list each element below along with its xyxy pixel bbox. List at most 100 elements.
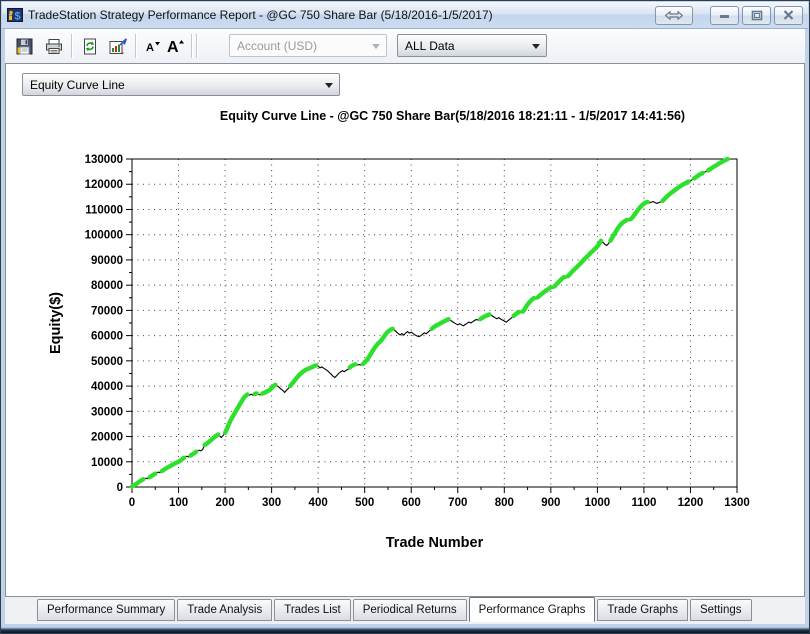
x-tick-label: 0 (129, 497, 135, 509)
x-tick-label: 1200 (678, 497, 704, 509)
equity-new-high (288, 363, 319, 389)
equity-new-high (429, 316, 451, 332)
equity-new-high (520, 295, 537, 314)
x-axis-label: Trade Number (386, 535, 484, 551)
refresh-report-icon (84, 38, 96, 54)
increase-font-button[interactable]: A (165, 35, 187, 57)
equity-new-high (628, 199, 650, 222)
equity-new-high (360, 326, 395, 367)
equity-new-high (477, 312, 492, 322)
equity-new-high (159, 455, 187, 474)
equity-new-high (188, 449, 199, 458)
window-title: TradeStation Strategy Performance Report… (28, 8, 493, 22)
chevron-down-icon (325, 83, 333, 88)
y-tick-label: 20000 (91, 432, 123, 444)
toolbar-separator (135, 34, 136, 58)
decrease-font-button[interactable]: A (142, 35, 164, 57)
y-tick-label: 30000 (91, 406, 123, 418)
app-icon: $ (7, 8, 23, 23)
print-icon (46, 38, 62, 54)
equity-new-high (147, 471, 158, 480)
report-settings-icon (109, 37, 127, 54)
tab-bar: Performance Summary Trade Analysis Trades … (5, 597, 805, 624)
data-range-combo[interactable]: ALL Data (397, 34, 547, 57)
x-tick-label: 1100 (631, 497, 656, 509)
report-content: Equity Curve Line 0 10000 20000 30000 40000 5… (5, 63, 805, 597)
equity-new-high (347, 362, 358, 370)
equity-new-high (535, 284, 553, 300)
x-tick-label: 300 (262, 497, 281, 509)
toolbar: A A Account (USD) ALL Data (5, 29, 805, 64)
x-tick-label: 600 (402, 497, 421, 509)
y-axis-label: Equity($) (48, 292, 64, 354)
restore-button[interactable] (742, 5, 771, 25)
graph-type-combo-value: Equity Curve Line (30, 77, 125, 92)
y-tick-label: 70000 (91, 305, 123, 317)
x-tick-label: 400 (309, 497, 328, 509)
window-frame-bottom (1, 624, 809, 633)
refresh-report-button[interactable] (79, 35, 101, 57)
y-tick-label: 60000 (91, 331, 123, 343)
graph-type-combo[interactable]: Equity Curve Line (22, 73, 340, 96)
equity-curve-plot: 0100002000030000400005000060000700008000… (48, 109, 750, 551)
decrease-font-icon: A (146, 41, 160, 54)
chart-title: Equity Curve Line - @GC 750 Share Bar(5/… (220, 109, 685, 123)
titlebar[interactable]: $ TradeStation Strategy Performance Repo… (2, 2, 808, 29)
minimize-button[interactable] (710, 5, 739, 25)
tab-settings[interactable]: Settings (689, 599, 752, 621)
equity-curve-chart: 0 10000 20000 30000 40000 50000 60000 70000 8000… (12, 96, 792, 576)
tab-performance-graphs[interactable]: Performance Graphs (468, 597, 596, 622)
tab-trade-analysis[interactable]: Trade Analysis (177, 599, 273, 621)
svg-text:A: A (167, 39, 179, 55)
equity-new-high (511, 309, 522, 319)
y-tick-label: 110000 (85, 204, 123, 216)
x-tick-label: 900 (541, 497, 560, 509)
tab-periodical-returns[interactable]: Periodical Returns (352, 599, 467, 621)
x-tick-label: 1000 (585, 497, 611, 509)
toolbar-separator (71, 34, 72, 58)
equity-new-high (552, 274, 567, 289)
tab-performance-summary[interactable]: Performance Summary (37, 599, 176, 621)
tradestation-report-window: $ TradeStation Strategy Performance Repo… (0, 0, 810, 634)
equity-new-high (565, 238, 604, 279)
save-button[interactable] (13, 35, 35, 57)
equity-new-high (202, 432, 221, 448)
close-button[interactable] (774, 5, 803, 25)
y-tick-label: 90000 (91, 255, 123, 267)
y-tick-label: 120000 (85, 179, 123, 191)
toolbar-separator (196, 34, 197, 58)
minimize-icon (720, 14, 729, 18)
tab-trades-list[interactable]: Trades List (274, 599, 351, 621)
x-tick-label: 800 (495, 497, 514, 509)
print-button[interactable] (43, 35, 65, 57)
x-tick-label: 200 (215, 497, 234, 509)
y-tick-label: 130000 (85, 154, 123, 166)
equity-new-high (252, 391, 259, 397)
account-combo[interactable]: Account (USD) (229, 34, 387, 57)
y-tick-label: 10000 (91, 457, 123, 469)
account-combo-value: Account (USD) (237, 38, 318, 53)
resize-horizontal-button[interactable] (655, 5, 693, 25)
y-tick-label: 50000 (91, 356, 123, 368)
chevron-down-icon (372, 44, 380, 49)
x-tick-label: 1300 (724, 497, 750, 509)
y-tick-label: 0 (117, 482, 123, 494)
x-tick-label: 500 (355, 497, 374, 509)
equity-new-high (222, 392, 250, 435)
equity-new-high (692, 170, 705, 181)
svg-text:$: $ (15, 11, 21, 23)
save-icon (16, 38, 32, 54)
close-icon (783, 10, 794, 20)
plot-border (131, 158, 738, 488)
tab-trade-graphs[interactable]: Trade Graphs (597, 599, 688, 621)
equity-new-high (608, 217, 630, 243)
data-range-combo-value: ALL Data (405, 38, 455, 53)
double-arrow-icon (665, 10, 683, 20)
report-settings-button[interactable] (107, 35, 129, 57)
equity-new-high (129, 477, 146, 489)
x-tick-label: 700 (448, 497, 467, 509)
restore-icon (751, 10, 762, 20)
y-tick-label: 80000 (91, 280, 123, 292)
equity-new-high (705, 156, 730, 173)
svg-text:A: A (146, 42, 154, 54)
